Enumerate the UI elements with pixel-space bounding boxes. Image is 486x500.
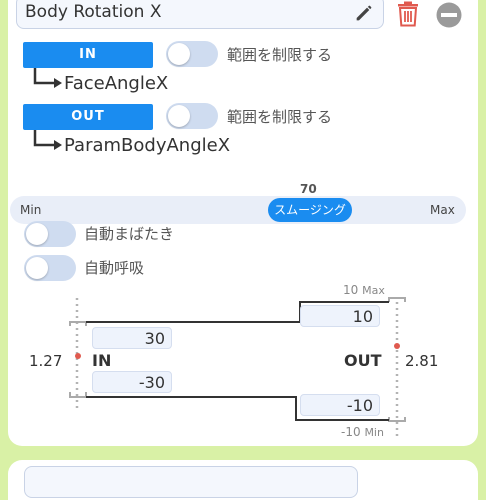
range-mapping-graph [69, 297, 406, 440]
output-max-input[interactable]: 10 [300, 305, 380, 327]
output-max-handle[interactable] [388, 297, 406, 302]
output-min-caption: -10 Min [341, 425, 384, 439]
output-current-value: 2.81 [405, 352, 439, 370]
input-current-marker [75, 353, 81, 359]
input-min-input[interactable]: -30 [92, 371, 172, 393]
output-min-input[interactable]: -10 [300, 394, 380, 416]
output-current-marker [394, 343, 400, 349]
output-max-caption: 10 Max [343, 283, 385, 297]
input-max-input[interactable]: 30 [92, 327, 172, 349]
input-label: IN [92, 351, 112, 370]
input-current-value: 1.27 [29, 352, 63, 370]
output-label: OUT [344, 351, 382, 370]
